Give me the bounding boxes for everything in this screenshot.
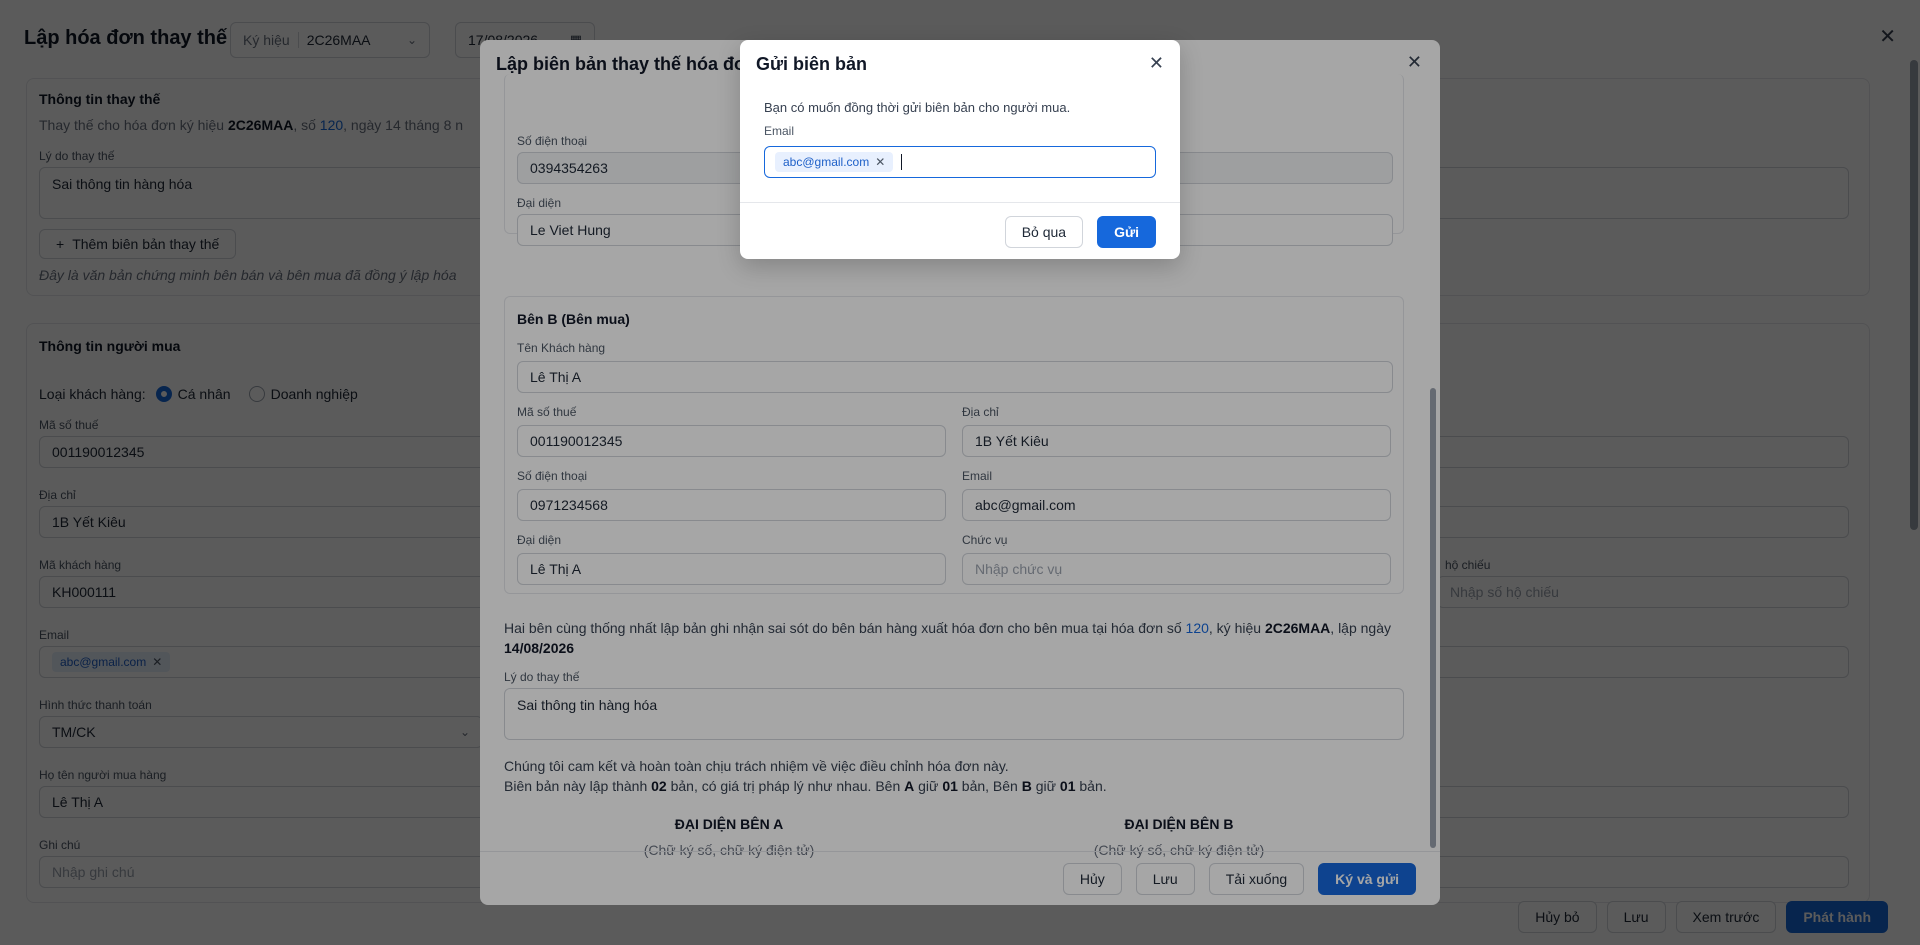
send-record-dialog: Gửi biên bản ✕ Bạn có muốn đồng thời gửi…	[740, 40, 1180, 259]
dialog-message: Bạn có muốn đồng thời gửi biên bản cho n…	[764, 100, 1071, 115]
dialog-title: Gửi biên bản	[756, 54, 868, 74]
chip-remove-icon[interactable]: ✕	[875, 155, 885, 169]
dialog-email-label: Email	[764, 124, 795, 138]
dialog-email-input[interactable]: abc@gmail.com ✕	[764, 146, 1156, 178]
dialog-email-chip-text: abc@gmail.com	[783, 155, 870, 169]
dialog-buttons: Bỏ qua Gửi	[1004, 216, 1156, 248]
send-button[interactable]: Gửi	[1097, 216, 1156, 248]
dialog-email-chip: abc@gmail.com ✕	[775, 152, 894, 172]
dialog-divider	[740, 202, 1180, 203]
skip-button[interactable]: Bỏ qua	[1004, 216, 1084, 248]
text-caret	[901, 154, 903, 170]
close-icon[interactable]: ✕	[1149, 53, 1164, 74]
